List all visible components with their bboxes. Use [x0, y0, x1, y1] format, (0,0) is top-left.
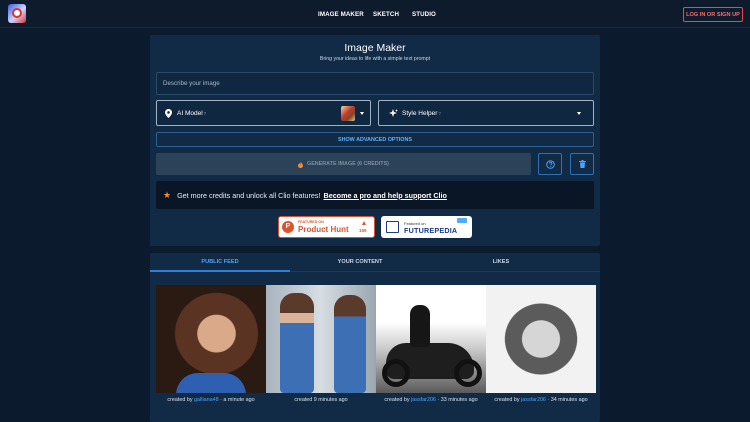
feed-caption: created by galliana48 · a minute ago [156, 397, 266, 403]
nav-studio-label: STUDIO [412, 10, 436, 18]
flame-icon [298, 160, 304, 168]
generate-label: GENERATE IMAGE (6 CREDITS) [307, 161, 389, 167]
prompt-input[interactable]: Describe your image [156, 72, 594, 95]
clio-logo[interactable] [8, 4, 26, 23]
figure-shape [280, 293, 314, 393]
logo-mark-icon [12, 8, 22, 18]
question-circle-icon [545, 159, 555, 169]
futurepedia-badge[interactable]: Featured on FUTUREPEDIA [381, 216, 472, 238]
model-thumbnail [341, 106, 355, 121]
tab-public-feed[interactable]: PUBLIC FEED [150, 253, 290, 271]
product-hunt-featured-label: FEATURED ON [298, 220, 324, 224]
generate-image-button[interactable]: GENERATE IMAGE (6 CREDITS) [156, 153, 531, 175]
ai-model-help-icon[interactable]: ? [204, 111, 207, 116]
sparkle-icon [389, 108, 398, 117]
feed-image-card[interactable] [266, 285, 376, 393]
futurepedia-name: FUTUREPEDIA [404, 226, 458, 235]
tab-your-content-label: YOUR CONTENT [337, 259, 383, 265]
promo-text: Get more credits and unlock all Clio fea… [177, 190, 321, 200]
login-signup-button[interactable]: LOG IN OR SIGN UP [683, 7, 743, 22]
feed-caption: created 9 minutes ago [266, 397, 376, 403]
feed-image-card[interactable] [376, 285, 486, 393]
image-maker-panel: Image Maker Bring your ideas to life wit… [150, 35, 600, 246]
model-chevron-down-icon [360, 112, 364, 115]
caption-prefix: created by [494, 397, 522, 403]
trash-icon [578, 160, 586, 168]
product-hunt-badge[interactable]: P FEATURED ON Product Hunt 159 [278, 216, 375, 238]
futurepedia-corner-icon [457, 218, 467, 223]
help-button[interactable] [538, 153, 562, 175]
caption-user-link[interactable]: galliana48 [194, 397, 219, 403]
location-pin-icon [165, 108, 172, 118]
rider-shape [410, 305, 430, 347]
caption-user-link[interactable]: jassfar206 [521, 397, 546, 403]
futurepedia-logo-icon [386, 221, 399, 233]
caption-time: · 34 minutes ago [545, 397, 588, 403]
style-helper-label: Style Helper [402, 109, 438, 117]
feed-image-card[interactable] [156, 285, 266, 393]
pro-promo-banner: ★ Get more credits and unlock all Clio f… [156, 181, 594, 209]
delete-button[interactable] [570, 153, 594, 175]
figure-shape [334, 295, 366, 393]
nav-image-maker[interactable]: IMAGE MAKER [318, 0, 364, 28]
ai-model-label: AI Model [177, 109, 203, 117]
style-helper-select[interactable]: Style Helper? [378, 100, 594, 126]
advanced-label: SHOW ADVANCED OPTIONS [338, 136, 412, 143]
style-helper-help-icon[interactable]: ? [438, 111, 441, 116]
page-title: Image Maker [344, 42, 406, 54]
caption-user-link[interactable]: jassfar206 [411, 397, 436, 403]
prompt-placeholder: Describe your image [163, 80, 220, 87]
top-bar: IMAGE MAKER SKETCH STUDIO LOG IN OR SIGN… [0, 0, 750, 28]
product-hunt-logo-icon: P [282, 221, 294, 233]
caption-prefix: created by [384, 397, 412, 403]
caption-prefix: created 9 minutes ago [294, 397, 348, 403]
upvote-arrow-icon [362, 221, 366, 225]
feed-caption: created by jassfar206 · 33 minutes ago [376, 397, 486, 403]
caption-time: · 33 minutes ago [435, 397, 478, 403]
feed-caption: created by jassfar206 · 34 minutes ago [486, 397, 596, 403]
feed-panel: PUBLIC FEED YOUR CONTENT LIKES created b… [150, 253, 600, 422]
star-icon: ★ [163, 189, 172, 200]
dress-shape [176, 373, 246, 393]
tab-public-feed-label: PUBLIC FEED [201, 259, 239, 265]
nav-studio[interactable]: STUDIO [412, 0, 436, 28]
become-pro-link[interactable]: Become a pro and help support Clio [324, 191, 447, 200]
tab-your-content[interactable]: YOUR CONTENT [290, 253, 430, 271]
ai-model-select[interactable]: AI Model? [156, 100, 371, 126]
feed-image-card[interactable] [486, 285, 596, 393]
nav-sketch[interactable]: SKETCH [373, 0, 399, 28]
wheel-shape [454, 359, 482, 387]
wheel-shape [382, 359, 410, 387]
login-label: LOG IN OR SIGN UP [686, 11, 740, 18]
show-advanced-options-button[interactable]: SHOW ADVANCED OPTIONS [156, 132, 594, 147]
page-subtitle: Bring your ideas to life with a simple t… [319, 56, 431, 62]
active-tab-indicator [150, 270, 290, 272]
tab-likes[interactable]: LIKES [430, 253, 572, 271]
caption-prefix: created by [167, 397, 195, 403]
nav-image-maker-label: IMAGE MAKER [318, 10, 364, 18]
tab-likes-label: LIKES [492, 259, 510, 265]
product-hunt-name: Product Hunt [298, 225, 349, 234]
nav-sketch-label: SKETCH [373, 10, 400, 18]
caption-time: · a minute ago [218, 397, 255, 403]
product-hunt-count: 159 [359, 228, 367, 233]
style-chevron-down-icon [577, 112, 581, 115]
